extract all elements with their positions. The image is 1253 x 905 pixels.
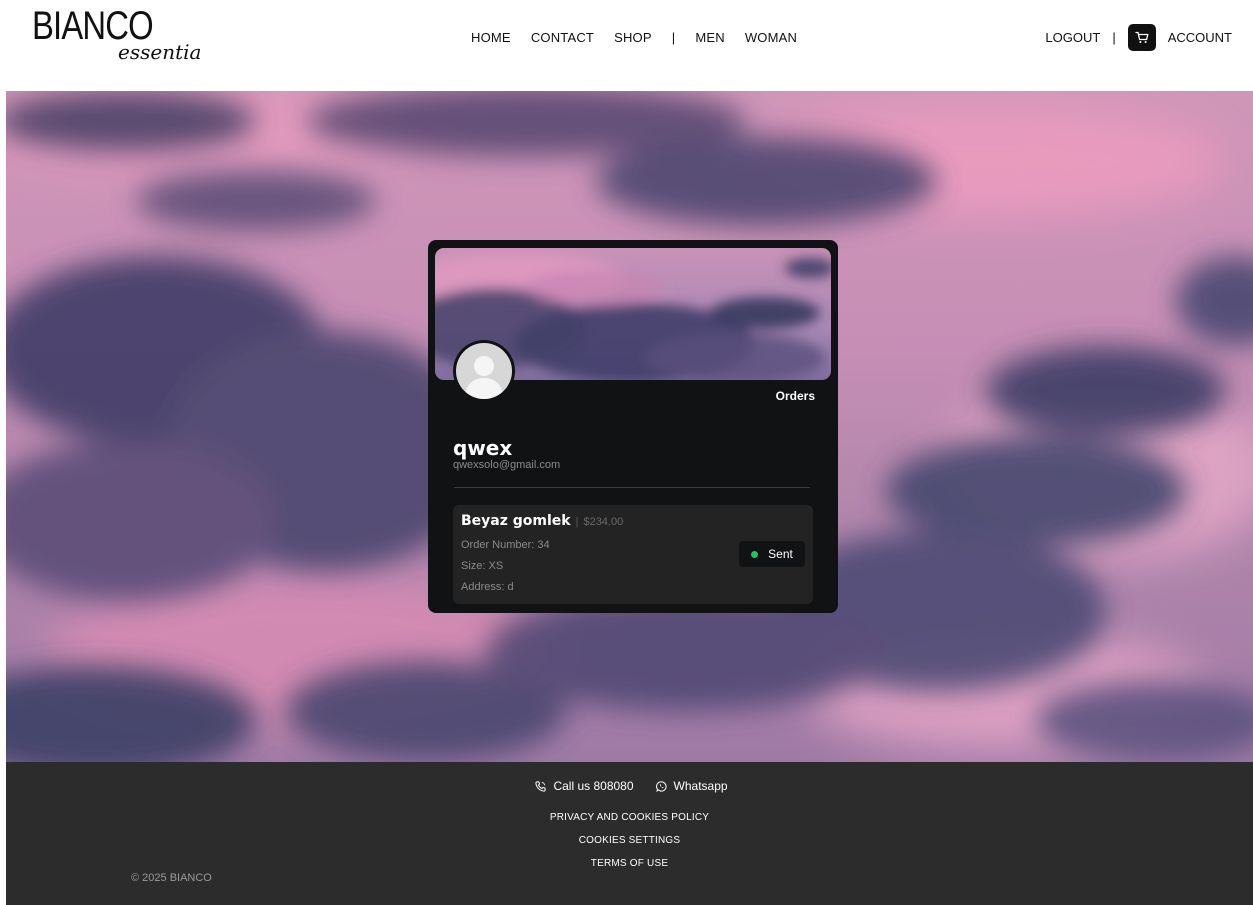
hero-sky-background: Orders qwex qwexsolo@gmail.com Beyaz gom… (6, 91, 1253, 762)
whatsapp-label: Whatsapp (673, 779, 728, 793)
cart-icon (1135, 31, 1149, 43)
nav-contact[interactable]: CONTACT (531, 30, 594, 45)
cart-button[interactable] (1127, 24, 1156, 51)
nav-shop[interactable]: SHOP (614, 30, 652, 45)
site-header: BIANCO essentia HOME CONTACT SHOP | MEN … (0, 0, 1253, 88)
phone-icon (535, 780, 547, 792)
brand-logo-sub: essentia (118, 40, 202, 64)
whatsapp-icon (655, 780, 667, 792)
cookies-settings-link[interactable]: COOKIES SETTINGS (6, 835, 1253, 858)
user-silhouette-icon (464, 356, 504, 399)
footer-contact-row: Call us 808080 Whatsapp (6, 779, 1253, 793)
call-us-label: Call us 808080 (553, 779, 634, 793)
profile-divider (454, 487, 810, 488)
order-address: Address: d (461, 581, 514, 593)
main-nav: HOME CONTACT SHOP | MEN WOMAN (471, 30, 797, 45)
avatar-image (456, 343, 512, 399)
order-status-badge: Sent (739, 541, 805, 567)
nav-home[interactable]: HOME (471, 30, 511, 45)
order-title-separator: | (575, 516, 579, 528)
account-nav-separator: | (1112, 30, 1116, 45)
nav-woman[interactable]: WOMAN (745, 30, 797, 45)
logout-link[interactable]: LOGOUT (1045, 30, 1100, 45)
privacy-policy-link[interactable]: PRIVACY AND COOKIES POLICY (6, 812, 1253, 835)
brand-logo[interactable]: BIANCO essentia (32, 6, 202, 66)
order-title: Beyaz gomlek | $234.00 (461, 513, 623, 529)
order-size: Size: XS (461, 560, 504, 572)
account-nav: LOGOUT | ACCOUNT (1045, 24, 1232, 51)
status-dot-icon (751, 550, 759, 558)
nav-men[interactable]: MEN (695, 30, 725, 45)
order-number: Order Number: 34 (461, 539, 550, 551)
nav-separator: | (671, 30, 676, 45)
orders-tab[interactable]: Orders (776, 389, 815, 403)
profile-name: qwex (453, 436, 513, 460)
copyright-text: © 2025 BIANCO (131, 872, 212, 884)
footer-links: PRIVACY AND COOKIES POLICY COOKIES SETTI… (6, 812, 1253, 881)
site-footer: Call us 808080 Whatsapp PRIVACY AND COOK… (6, 762, 1253, 905)
order-card[interactable]: Beyaz gomlek | $234.00 Order Number: 34 … (453, 505, 813, 604)
order-product-name: Beyaz gomlek (461, 513, 571, 529)
profile-card: Orders qwex qwexsolo@gmail.com Beyaz gom… (428, 240, 838, 613)
whatsapp-link[interactable]: Whatsapp (655, 779, 728, 793)
call-us-link[interactable]: Call us 808080 (535, 779, 634, 793)
order-status-label: Sent (768, 547, 793, 561)
avatar[interactable] (453, 340, 515, 402)
profile-email: qwexsolo@gmail.com (453, 459, 561, 471)
account-link[interactable]: ACCOUNT (1168, 30, 1232, 45)
order-price: $234.00 (583, 516, 624, 528)
